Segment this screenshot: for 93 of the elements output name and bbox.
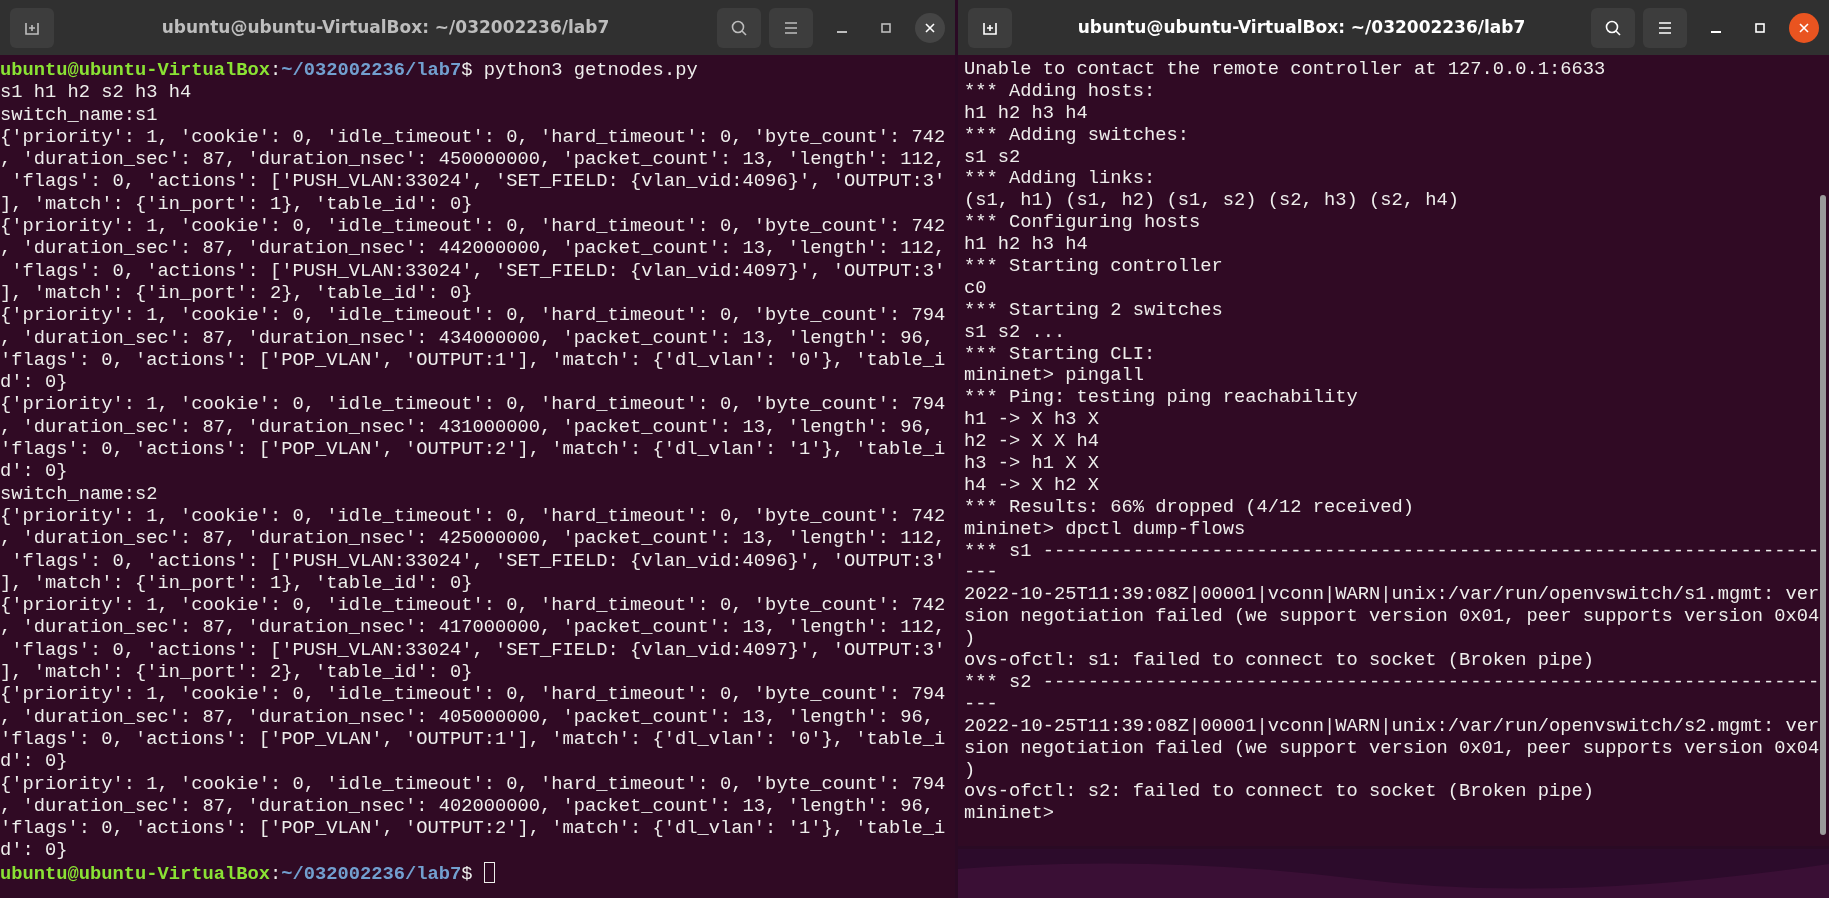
output-line: s1 h1 h2 s2 h3 h4 (0, 81, 193, 104)
scrollbar-thumb[interactable] (1820, 195, 1826, 835)
output-line: switch_name:s1 (0, 103, 159, 126)
search-button[interactable] (1591, 7, 1635, 48)
output-line: {'priority': 1, 'cookie': 0, 'idle_timeout': 0, 'hard_timeout': 0, 'byte_count': 742 (0, 594, 947, 617)
new-tab-button[interactable] (968, 7, 1012, 48)
minimize-icon (837, 30, 847, 33)
output-line: Unable to contact the remote controller at 127.0.0.1:6633 (964, 59, 1607, 81)
output-line: 2022-10-25T11:39:08Z|00001|vconn|WARN|unix:/var/run/openvswitch/s1.mgmt: ver (964, 584, 1821, 607)
output-line: 'flags': 0, 'actions': ['POP_VLAN', 'OUTPUT:2'], 'match': {'dl_vlan': '1'}, 'table_i (0, 438, 947, 461)
output-line: ], 'match': {'in_port': 1}, 'table_id': 0} (0, 571, 474, 595)
output-line: *** Ping: testing ping reachability (964, 387, 1359, 410)
output-line: *** s2 --------------------------------------------------------------------- (964, 671, 1821, 694)
new-tab-button[interactable] (10, 7, 54, 48)
prompt-user: ubuntu@ubuntu-VirtualBox (0, 59, 271, 81)
output-line: {'priority': 1, 'cookie': 0, 'idle_timeout': 0, 'hard_timeout': 0, 'byte_count': 794 (0, 393, 947, 416)
output-line: 2022-10-25T11:39:08Z|00001|vconn|WARN|unix:/var/run/openvswitch/s2.mgmt: ver (964, 715, 1821, 738)
prompt-path: ~/032002236/lab7 (281, 59, 462, 81)
output-line: *** Adding switches: (964, 124, 1191, 147)
output-line: ) (964, 628, 977, 651)
output-line: , 'duration_sec': 87, 'duration_nsec': 434000000, 'packet_count': 13, 'length': 96, (0, 326, 935, 349)
minimize-icon (1711, 30, 1721, 33)
output-line: ], 'match': {'in_port': 2}, 'table_id': 0} (0, 281, 474, 305)
output-line: 'flags': 0, 'actions': ['PUSH_VLAN:33024', 'SET_FIELD: {vlan_vid:4097}', 'OUTPUT:3' (10, 638, 947, 661)
output-line: h2 -> X X h4 (964, 431, 1101, 454)
output-line: , 'duration_sec': 87, 'duration_nsec': 431000000, 'packet_count': 13, 'length': 96, (0, 415, 935, 439)
output-line: 'flags': 0, 'actions': ['PUSH_VLAN:33024', 'SET_FIELD: {vlan_vid:4096}', 'OUTPUT:3' (10, 549, 947, 572)
output-line: {'priority': 1, 'cookie': 0, 'idle_timeout': 0, 'hard_timeout': 0, 'byte_count': 742 (0, 504, 947, 528)
output-line: ) (964, 759, 977, 782)
output-line: , 'duration_sec': 87, 'duration_nsec': 442000000, 'packet_count': 13, 'length': 112, (0, 237, 947, 260)
prompt-separator: : (270, 862, 282, 885)
output-line: d': 0} (0, 750, 69, 773)
output-line: *** Configuring hosts (964, 212, 1202, 235)
command-text: $ (461, 862, 474, 885)
output-line: mininet> dpctl dump-flows (964, 518, 1247, 541)
output-line: (s1, h1) (s1, h2) (s1, s2) (s2, h3) (s2, h4) (964, 190, 1461, 213)
output-line: *** Results: 66% dropped (4/12 received) (964, 496, 1416, 519)
prompt-user: ubuntu@ubuntu-VirtualBox (0, 862, 271, 885)
window-title: ubuntu@ubuntu-VirtualBox: ~/032002236/lab7 (160, 15, 611, 39)
output-line: , 'duration_sec': 87, 'duration_nsec': 450000000, 'packet_count': 13, 'length': 112, (0, 148, 947, 171)
output-line: h1 h2 h3 h4 (964, 234, 1089, 256)
output-line: h1 -> X h3 X (964, 409, 1101, 432)
output-line: --- (964, 693, 999, 716)
output-line: h1 h2 h3 h4 (964, 102, 1089, 125)
output-line: *** Adding hosts: (964, 80, 1157, 103)
output-line: --- (964, 562, 999, 585)
output-line: 'flags': 0, 'actions': ['POP_VLAN', 'OUTPUT:1'], 'match': {'dl_vlan': '0'}, 'table_i (0, 348, 947, 372)
output-line: h4 -> X h2 X (964, 474, 1101, 497)
output-line: {'priority': 1, 'cookie': 0, 'idle_timeout': 0, 'hard_timeout': 0, 'byte_count': 794 (0, 304, 947, 327)
menu-button[interactable] (769, 7, 813, 48)
window-title: ubuntu@ubuntu-VirtualBox: ~/032002236/lab7 (1076, 15, 1527, 39)
output-line: 'flags': 0, 'actions': ['PUSH_VLAN:33024', 'SET_FIELD: {vlan_vid:4097}', 'OUTPUT:3' (10, 259, 947, 282)
output-line: ovs-ofctl: s1: failed to connect to socket (Broken pipe) (964, 650, 1596, 672)
output-line: 'flags': 0, 'actions': ['POP_VLAN', 'OUTPUT:2'], 'match': {'dl_vlan': '1'}, 'table_i (0, 817, 947, 840)
prompt-path: ~/032002236/lab7 (281, 862, 462, 885)
output-line: *** s1 --------------------------------------------------------------------- (964, 540, 1821, 563)
search-icon (730, 18, 748, 37)
output-line: {'priority': 1, 'cookie': 0, 'idle_timeout': 0, 'hard_timeout': 0, 'byte_count': 742 (0, 125, 947, 149)
output-line: sion negotiation failed (we support version 0x01, peer supports version 0x04 (964, 606, 1821, 629)
command-text: $ python3 getnodes.py (461, 59, 698, 81)
close-button[interactable] (915, 12, 945, 43)
output-line: 'flags': 0, 'actions': ['PUSH_VLAN:33024', 'SET_FIELD: {vlan_vid:4096}', 'OUTPUT:3' (10, 170, 947, 193)
output-line: sion negotiation failed (we support version 0x01, peer supports version 0x04 (964, 737, 1821, 760)
output-line: {'priority': 1, 'cookie': 0, 'idle_timeout': 0, 'hard_timeout': 0, 'byte_count': 794 (0, 772, 947, 795)
output-line: {'priority': 1, 'cookie': 0, 'idle_timeout': 0, 'hard_timeout': 0, 'byte_count': 742 (0, 215, 947, 238)
output-line: ], 'match': {'in_port': 1}, 'table_id': 0} (0, 192, 474, 216)
output-line: switch_name:s2 (0, 482, 159, 505)
output-line: d': 0} (0, 460, 69, 483)
output-line: s1 s2 ... (964, 321, 1067, 344)
output-line: 'flags': 0, 'actions': ['POP_VLAN', 'OUTPUT:1'], 'match': {'dl_vlan': '0'}, 'table_i (0, 727, 947, 751)
output-line: , 'duration_sec': 87, 'duration_nsec': 402000000, 'packet_count': 13, 'length': 96, (0, 794, 935, 818)
output-line: d': 0} (0, 839, 69, 862)
output-line: {'priority': 1, 'cookie': 0, 'idle_timeout': 0, 'hard_timeout': 0, 'byte_count': 794 (0, 683, 947, 706)
menu-button[interactable] (1643, 7, 1687, 48)
output-line: *** Starting 2 switches (964, 299, 1224, 322)
output-line: *** Starting controller (964, 256, 1224, 278)
output-line: , 'duration_sec': 87, 'duration_nsec': 417000000, 'packet_count': 13, 'length': 112, (0, 616, 947, 639)
output-line: c0 (964, 277, 988, 300)
search-icon (1604, 18, 1622, 37)
prompt-separator: : (270, 59, 282, 81)
output-line: s1 s2 (964, 146, 1022, 169)
output-line: *** Adding links: (964, 168, 1157, 191)
output-line: mininet> (964, 803, 1055, 826)
output-line: ], 'match': {'in_port': 2}, 'table_id': 0} (0, 661, 474, 684)
output-line: *** Starting CLI: (964, 343, 1157, 366)
output-line: mininet> pingall (964, 365, 1146, 388)
output-line: d': 0} (0, 371, 69, 394)
close-button[interactable] (1789, 12, 1819, 43)
output-line: h3 -> h1 X X (964, 453, 1101, 475)
output-line: , 'duration_sec': 87, 'duration_nsec': 405000000, 'packet_count': 13, 'length': 96, (0, 705, 935, 728)
search-button[interactable] (717, 7, 761, 48)
output-line: ovs-ofctl: s2: failed to connect to socket (Broken pipe) (964, 781, 1596, 804)
output-line: , 'duration_sec': 87, 'duration_nsec': 425000000, 'packet_count': 13, 'length': 112, (0, 527, 947, 550)
